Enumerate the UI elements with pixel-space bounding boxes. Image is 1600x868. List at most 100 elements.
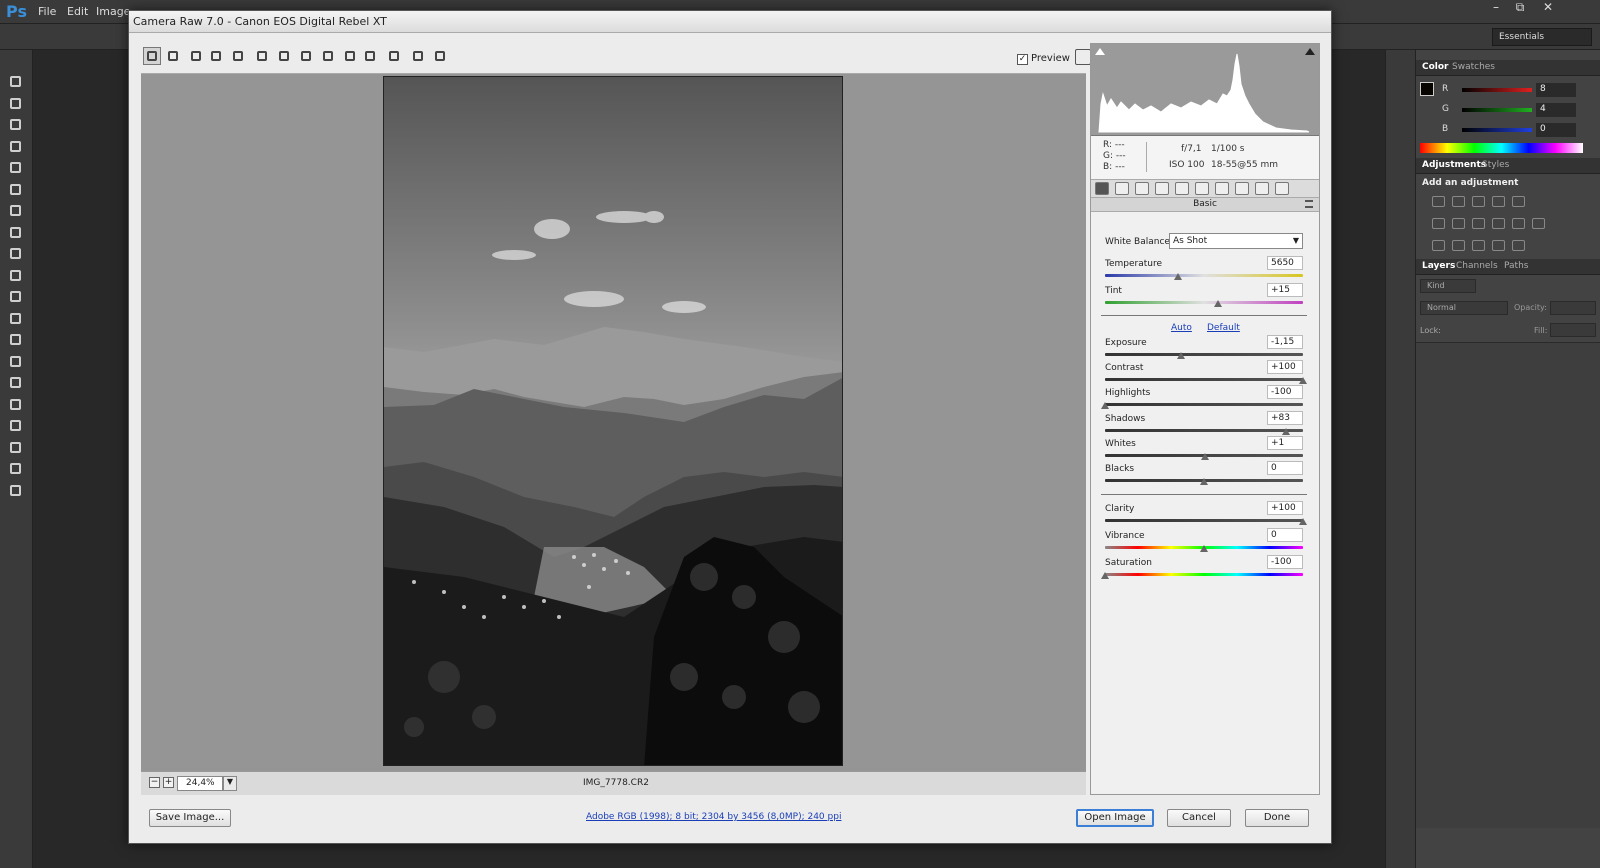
tab-detail-icon[interactable] bbox=[1135, 182, 1149, 195]
temperature-slider-thumb[interactable] bbox=[1174, 273, 1183, 280]
fill-field[interactable] bbox=[1550, 323, 1596, 337]
selective-adjustment-icon[interactable] bbox=[1512, 240, 1525, 251]
rotate-left-tool-icon[interactable] bbox=[431, 47, 449, 65]
tab-adjustments[interactable]: Adjustments bbox=[1422, 160, 1486, 170]
channel-mixer-adjustment-icon[interactable] bbox=[1512, 218, 1525, 229]
eraser-tool-icon[interactable] bbox=[8, 289, 25, 304]
preferences-tool-icon[interactable] bbox=[409, 47, 427, 65]
history-brush-tool-icon[interactable] bbox=[8, 268, 25, 283]
whites-slider-thumb[interactable] bbox=[1200, 453, 1209, 460]
tab-camera-calibration-icon[interactable] bbox=[1235, 182, 1249, 195]
blend-mode-select[interactable]: Normal bbox=[1420, 301, 1508, 315]
type-tool-icon[interactable] bbox=[8, 397, 25, 412]
blacks-value-field[interactable]: 0 bbox=[1267, 461, 1303, 475]
invert-adjustment-icon[interactable] bbox=[1432, 240, 1445, 251]
highlights-slider[interactable] bbox=[1105, 403, 1303, 406]
done-button[interactable]: Done bbox=[1245, 809, 1309, 827]
clarity-slider-thumb[interactable] bbox=[1299, 518, 1307, 525]
stamp-tool-icon[interactable] bbox=[8, 246, 25, 261]
brightness-adjustment-icon[interactable] bbox=[1432, 196, 1445, 207]
highlight-clipping-icon[interactable] bbox=[1305, 48, 1315, 55]
preview-checkbox[interactable]: ✓ bbox=[1017, 54, 1028, 65]
menu-image[interactable]: Image bbox=[96, 5, 130, 18]
layer-kind-filter[interactable]: Kind bbox=[1420, 279, 1476, 293]
posterize-adjustment-icon[interactable] bbox=[1452, 240, 1465, 251]
default-link[interactable]: Default bbox=[1207, 323, 1240, 333]
gradient-map-adjustment-icon[interactable] bbox=[1492, 240, 1505, 251]
minimize-icon[interactable]: – bbox=[1484, 0, 1508, 16]
zoom-in-button[interactable]: + bbox=[163, 777, 174, 788]
foreground-swatch[interactable] bbox=[1420, 82, 1434, 96]
exposure-adjustment-icon[interactable] bbox=[1492, 196, 1505, 207]
shadows-slider-thumb[interactable] bbox=[1282, 428, 1291, 435]
close-icon[interactable]: ✕ bbox=[1536, 0, 1560, 16]
bw-adjustment-icon[interactable] bbox=[1472, 218, 1485, 229]
exposure-value-field[interactable]: -1,15 bbox=[1267, 335, 1303, 349]
shadows-value-field[interactable]: +83 bbox=[1267, 411, 1303, 425]
straighten-tool-icon[interactable] bbox=[275, 47, 293, 65]
tint-value-field[interactable]: +15 bbox=[1267, 283, 1303, 297]
contrast-value-field[interactable]: +100 bbox=[1267, 360, 1303, 374]
saturation-value-field[interactable]: -100 bbox=[1267, 555, 1303, 569]
tab-paths[interactable]: Paths bbox=[1504, 261, 1528, 271]
save-image-button[interactable]: Save Image... bbox=[149, 809, 231, 827]
menu-file[interactable]: File bbox=[38, 5, 56, 18]
hand-tool-icon[interactable] bbox=[8, 461, 25, 476]
panel-menu-icon[interactable] bbox=[1305, 200, 1313, 208]
tab-color[interactable]: Color bbox=[1422, 62, 1449, 72]
auto-link[interactable]: Auto bbox=[1171, 323, 1192, 333]
tab-tone-curve-icon[interactable] bbox=[1115, 182, 1129, 195]
workflow-options-link[interactable]: Adobe RGB (1998); 8 bit; 2304 by 3456 (8… bbox=[586, 812, 841, 822]
blacks-slider-thumb[interactable] bbox=[1200, 478, 1208, 485]
tab-layers[interactable]: Layers bbox=[1422, 261, 1455, 271]
vibrance-slider-thumb[interactable] bbox=[1200, 545, 1208, 552]
temperature-slider[interactable] bbox=[1105, 274, 1303, 277]
dodge-tool-icon[interactable] bbox=[8, 354, 25, 369]
tint-slider-thumb[interactable] bbox=[1213, 300, 1222, 307]
red-eye-tool-icon[interactable] bbox=[319, 47, 337, 65]
tab-swatches[interactable]: Swatches bbox=[1452, 62, 1495, 72]
exposure-slider[interactable] bbox=[1105, 353, 1303, 356]
temperature-value-field[interactable]: 5650 bbox=[1267, 256, 1303, 270]
saturation-slider-thumb[interactable] bbox=[1101, 572, 1109, 579]
tab-snapshots-icon[interactable] bbox=[1275, 182, 1289, 195]
color-spectrum[interactable] bbox=[1420, 143, 1583, 153]
fullscreen-toggle-icon[interactable] bbox=[1075, 49, 1091, 65]
restore-icon[interactable]: ⧉ bbox=[1508, 0, 1532, 16]
color-sampler-tool-icon[interactable] bbox=[207, 47, 225, 65]
zoom-level-field[interactable]: 24,4% bbox=[177, 776, 223, 791]
healing-tool-icon[interactable] bbox=[8, 203, 25, 218]
photo-filter-adjustment-icon[interactable] bbox=[1492, 218, 1505, 229]
highlights-slider-thumb[interactable] bbox=[1101, 402, 1109, 409]
dialog-titlebar[interactable]: Camera Raw 7.0 - Canon EOS Digital Rebel… bbox=[129, 11, 1331, 33]
white-balance-tool-icon[interactable] bbox=[187, 47, 205, 65]
channel-value[interactable]: 4 bbox=[1536, 103, 1576, 117]
channel-slider[interactable] bbox=[1462, 128, 1532, 132]
zoom-dropdown-icon[interactable]: ▼ bbox=[223, 776, 237, 791]
threshold-adjustment-icon[interactable] bbox=[1472, 240, 1485, 251]
move-tool-icon[interactable] bbox=[8, 74, 25, 89]
crop-tool-icon[interactable] bbox=[8, 160, 25, 175]
marquee-tool-icon[interactable] bbox=[8, 96, 25, 111]
pen-tool-icon[interactable] bbox=[8, 375, 25, 390]
path-select-tool-icon[interactable] bbox=[8, 418, 25, 433]
tab-lens-corrections-icon[interactable] bbox=[1195, 182, 1209, 195]
curves-adjustment-icon[interactable] bbox=[1472, 196, 1485, 207]
workspace-select[interactable]: Essentials bbox=[1492, 28, 1592, 46]
radial-filter-tool-icon[interactable] bbox=[385, 47, 403, 65]
tab-presets-icon[interactable] bbox=[1255, 182, 1269, 195]
quick-select-tool-icon[interactable] bbox=[8, 139, 25, 154]
shape-tool-icon[interactable] bbox=[8, 440, 25, 455]
contrast-slider[interactable] bbox=[1105, 378, 1303, 381]
image-preview-area[interactable] bbox=[141, 73, 1086, 771]
tab-hsl-icon[interactable] bbox=[1155, 182, 1169, 195]
channel-value[interactable]: 8 bbox=[1536, 83, 1576, 97]
clarity-slider[interactable] bbox=[1105, 519, 1303, 522]
menu-edit[interactable]: Edit bbox=[67, 5, 88, 18]
blur-tool-icon[interactable] bbox=[8, 332, 25, 347]
targeted-adjustment-tool-icon[interactable] bbox=[229, 47, 247, 65]
vibrance-adjustment-icon[interactable] bbox=[1512, 196, 1525, 207]
opacity-field[interactable] bbox=[1550, 301, 1596, 315]
tab-effects-icon[interactable] bbox=[1215, 182, 1229, 195]
highlights-value-field[interactable]: -100 bbox=[1267, 385, 1303, 399]
